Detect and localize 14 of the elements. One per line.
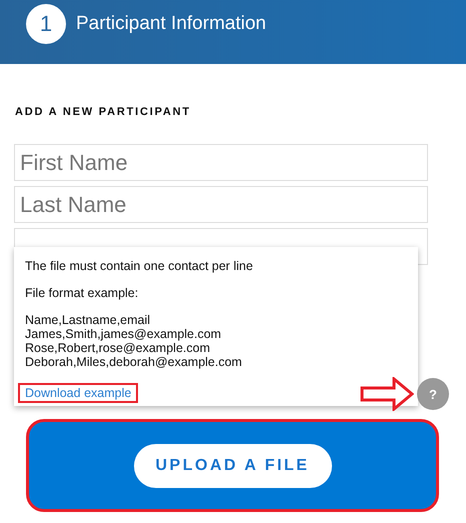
download-link[interactable]: Download example: [18, 383, 138, 403]
example-line: Deborah,Miles,deborah@example.com: [25, 355, 243, 369]
tooltip-text: File format example:: [25, 286, 140, 300]
upload-button[interactable]: UPLOAD A FILE: [134, 444, 332, 488]
text-field[interactable]: Last Name: [14, 186, 428, 223]
page-title: Participant Information: [76, 12, 266, 36]
example-line: James,Smith,james@example.com: [25, 327, 222, 341]
section-title: ADD A NEW PARTICIPANT: [15, 106, 192, 118]
step-number: 1: [26, 4, 66, 44]
text-field[interactable]: First Name: [14, 144, 428, 181]
tooltip-text: The file must contain one contact per line: [25, 259, 254, 273]
example-line: Rose,Robert,rose@example.com: [25, 341, 211, 355]
help-button[interactable]: ?: [417, 378, 449, 410]
example-line: Name,Lastname,email: [25, 313, 152, 327]
